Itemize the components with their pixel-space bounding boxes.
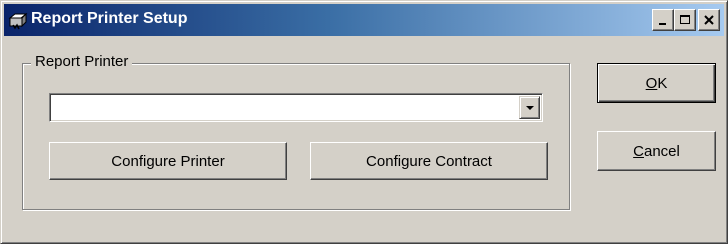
maximize-icon	[680, 15, 690, 24]
printer-select[interactable]	[49, 93, 543, 122]
printer-select-value	[56, 99, 514, 117]
minimize-button[interactable]	[652, 9, 674, 31]
minimize-icon	[659, 23, 666, 25]
configure-contract-button[interactable]: Configure Contract	[310, 142, 548, 180]
title-bar[interactable]: Report Printer Setup	[4, 4, 724, 36]
configure-printer-label: Configure Printer	[111, 152, 225, 170]
cancel-accelerator: C	[633, 142, 644, 160]
cancel-button[interactable]: Cancel	[597, 131, 716, 171]
report-printer-groupbox	[22, 63, 570, 210]
ok-button[interactable]: OK	[597, 63, 716, 103]
configure-printer-button[interactable]: Configure Printer	[49, 142, 287, 180]
close-icon	[704, 15, 714, 25]
cancel-label-rest: ancel	[643, 142, 680, 160]
close-button[interactable]	[698, 9, 720, 31]
window-title: Report Printer Setup	[31, 10, 188, 27]
maximize-button[interactable]	[674, 9, 696, 31]
printer-app-icon[interactable]	[8, 10, 28, 30]
chevron-down-icon	[525, 105, 534, 110]
ok-accelerator: O	[645, 74, 658, 92]
report-printer-group-label: Report Printer	[31, 53, 133, 70]
printer-select-dropdown-button[interactable]	[519, 96, 540, 119]
report-printer-setup-window: Report Printer Setup Report Printer Conf…	[0, 0, 728, 244]
ok-label-rest: K	[657, 74, 668, 92]
configure-contract-label: Configure Contract	[366, 152, 492, 170]
